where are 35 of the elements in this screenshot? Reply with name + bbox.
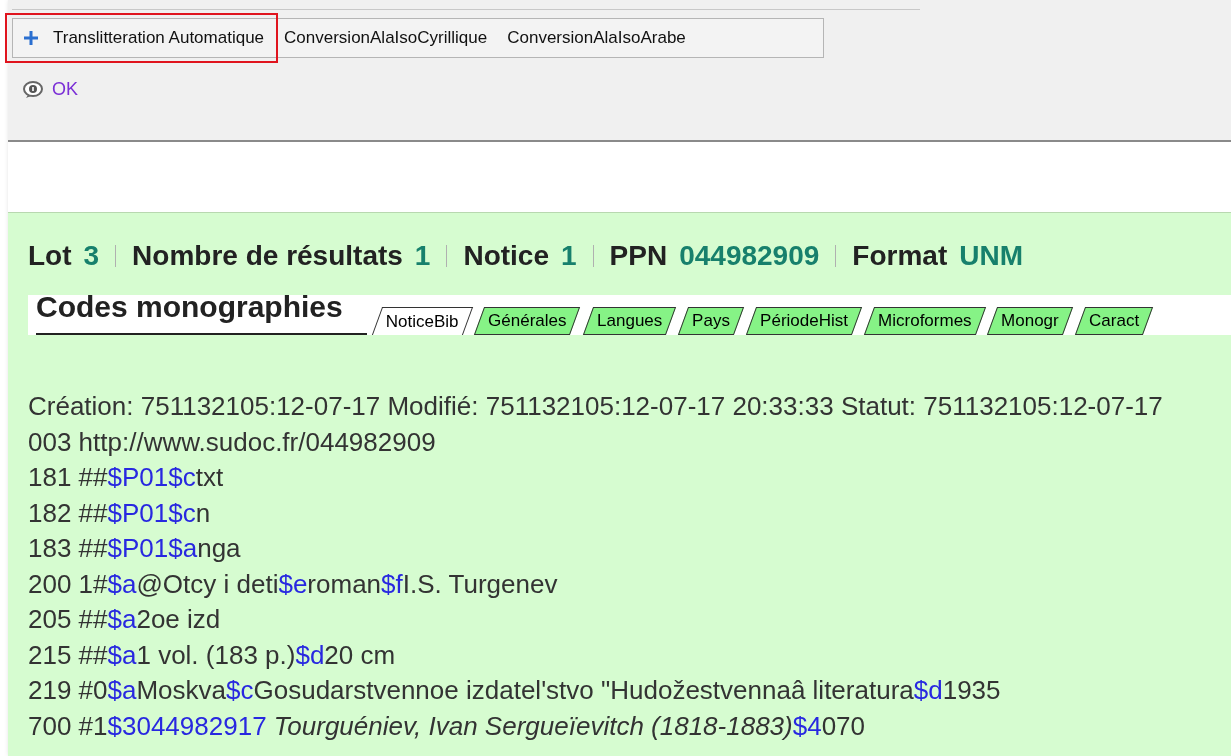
plus-icon bbox=[23, 30, 39, 46]
record-line: 182 ##$P01$cn bbox=[28, 496, 211, 530]
toolbar-button[interactable]: ConversionAlaIsoArabe bbox=[497, 19, 696, 57]
tab[interactable]: Langues bbox=[582, 307, 677, 335]
summary-value: UNM bbox=[959, 239, 1023, 273]
summary-label: Lot bbox=[28, 239, 72, 273]
record-line: 215 ##$a1 vol. (183 p.)$d20 cm bbox=[28, 638, 396, 672]
section-title: Codes monographies bbox=[36, 295, 367, 335]
info-icon bbox=[22, 80, 44, 99]
tab[interactable]: Microformes bbox=[863, 307, 986, 335]
tab[interactable]: Caract bbox=[1074, 307, 1154, 335]
summary-label: Notice bbox=[463, 239, 549, 273]
record-line: 003 http://www.sudoc.fr/044982909 bbox=[28, 425, 436, 459]
summary-label: Nombre de résultats bbox=[132, 239, 403, 273]
summary-value: 1 bbox=[414, 239, 431, 273]
tab[interactable]: NoticeBib bbox=[371, 307, 473, 335]
record-line: Création: 751132105:12-07-17 Modifié: 751132105:12-07-17 20:33:33 Statut: 751132105:12-07-17 bbox=[28, 390, 1163, 423]
tab[interactable]: Pays bbox=[678, 307, 745, 335]
tab[interactable]: Générales bbox=[474, 307, 581, 335]
summary-label: PPN bbox=[609, 239, 668, 273]
record-line: 219 #0$aMoskva$cGosudarstvennoe izdatel'stvo "Hudožestvennaâ literatura$d1935 bbox=[28, 674, 1001, 707]
tab[interactable]: Monogr bbox=[987, 307, 1074, 335]
record-line: 183 ##$P01$anga bbox=[28, 532, 241, 565]
ok-link[interactable]: OK bbox=[52, 76, 78, 103]
record-line: 205 ##$a2oe izd bbox=[28, 603, 221, 636]
toolbar-button[interactable]: Translitteration Automatique bbox=[7, 15, 277, 61]
summary-value: 3 bbox=[83, 239, 100, 273]
summary-label: Format bbox=[852, 239, 948, 273]
toolbar-button[interactable]: ConversionAlaIsoCyrillique bbox=[274, 19, 498, 57]
tab[interactable]: PériodeHist bbox=[745, 307, 862, 335]
record-line: 700 #1$3044982917 Tourguéniev, Ivan Sergueïevitch (1818-1883)$4070 bbox=[28, 709, 866, 743]
summary-value: 1 bbox=[561, 239, 577, 273]
record-line: 181 ##$P01$ctxt bbox=[28, 461, 224, 494]
summary-value: 044982909 bbox=[679, 239, 820, 273]
record-line: 200 1#$a@Otcy i deti$eroman$fI.S. Turgenev bbox=[28, 567, 558, 601]
